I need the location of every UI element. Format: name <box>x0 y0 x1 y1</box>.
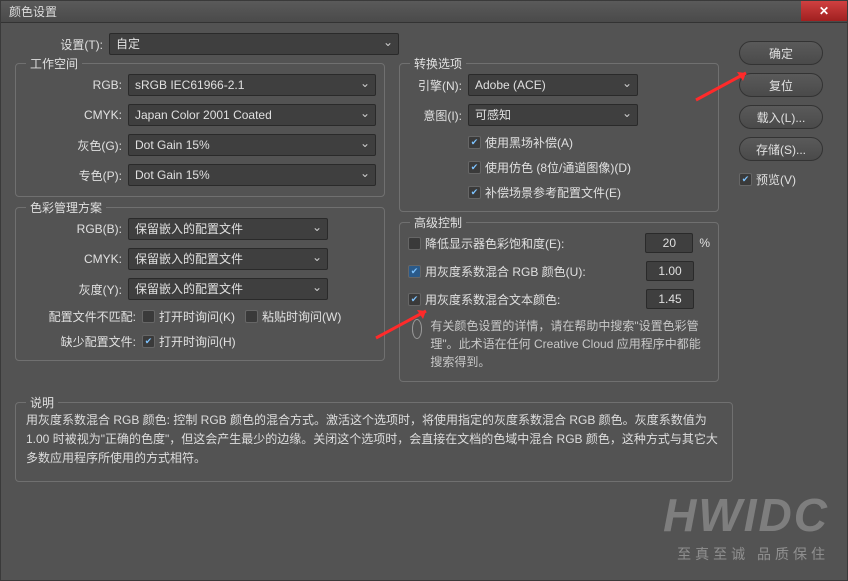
ok-button[interactable]: 确定 <box>739 41 823 65</box>
cmm-gray-label: 灰度(Y): <box>24 281 122 298</box>
spot-select[interactable]: Dot Gain 15% <box>128 164 376 186</box>
checkbox-icon <box>245 310 258 323</box>
convert-legend: 转换选项 <box>410 55 466 72</box>
reset-button[interactable]: 复位 <box>739 73 823 97</box>
checkbox-icon <box>408 293 421 306</box>
gray-label: 灰色(G): <box>24 137 122 154</box>
intent-label: 意图(I): <box>408 107 462 124</box>
missing-label: 缺少配置文件: <box>24 333 136 350</box>
cmyk-label: CMYK: <box>24 108 122 122</box>
titlebar: 颜色设置 <box>1 1 847 23</box>
watermark: HWIDC 至真至诚 品质保住 <box>663 488 829 564</box>
workspace-legend: 工作空间 <box>26 55 82 72</box>
window-title: 颜色设置 <box>9 3 57 20</box>
advanced-legend: 高级控制 <box>410 214 466 231</box>
description-legend: 说明 <box>26 394 58 411</box>
scene-checkbox[interactable]: 补偿场景参考配置文件(E) <box>468 184 621 201</box>
blend-text-checkbox[interactable]: 用灰度系数混合文本颜色: <box>408 291 560 308</box>
checkbox-icon <box>408 265 421 278</box>
settings-select[interactable]: 自定 <box>109 33 399 55</box>
convert-fieldset: 转换选项 引擎(N): Adobe (ACE) 意图(I): 可感知 使用黑场补… <box>399 63 719 212</box>
rgb-label: RGB: <box>24 78 122 92</box>
blend-text-input[interactable] <box>646 289 694 309</box>
desaturate-input[interactable] <box>645 233 693 253</box>
cmm-fieldset: 色彩管理方案 RGB(B): 保留嵌入的配置文件 CMYK: 保留嵌入的配置文件… <box>15 207 385 361</box>
mismatch-label: 配置文件不匹配: <box>24 308 136 325</box>
rgb-select[interactable]: sRGB IEC61966-2.1 <box>128 74 376 96</box>
gray-select[interactable]: Dot Gain 15% <box>128 134 376 156</box>
checkbox-icon <box>739 173 752 186</box>
checkbox-icon <box>468 136 481 149</box>
dialog-window: 颜色设置 设置(T): 自定 工作空间 RGB: sRGB IEC61966-2… <box>0 0 848 581</box>
advanced-fieldset: 高级控制 降低显示器色彩饱和度(E): % 用灰度系数混合 RGB 颜色(U): <box>399 222 719 382</box>
blend-rgb-checkbox[interactable]: 用灰度系数混合 RGB 颜色(U): <box>408 263 586 280</box>
button-column: 确定 复位 载入(L)... 存储(S)... 预览(V) <box>739 41 829 188</box>
engine-select[interactable]: Adobe (ACE) <box>468 74 638 96</box>
mismatch-paste-checkbox[interactable]: 粘贴时询问(W) <box>245 308 341 325</box>
globe-icon <box>412 319 422 339</box>
checkbox-icon <box>468 161 481 174</box>
load-button[interactable]: 载入(L)... <box>739 105 823 129</box>
blend-rgb-input[interactable] <box>646 261 694 281</box>
cmm-rgb-select[interactable]: 保留嵌入的配置文件 <box>128 218 328 240</box>
engine-label: 引擎(N): <box>408 77 462 94</box>
checkbox-icon <box>468 186 481 199</box>
description-text: 用灰度系数混合 RGB 颜色: 控制 RGB 颜色的混合方式。激活这个选项时，将… <box>26 411 722 469</box>
close-button[interactable] <box>801 1 847 21</box>
checkbox-icon <box>142 310 155 323</box>
cmyk-select[interactable]: Japan Color 2001 Coated <box>128 104 376 126</box>
preview-checkbox[interactable]: 预览(V) <box>739 171 796 188</box>
intent-select[interactable]: 可感知 <box>468 104 638 126</box>
mismatch-open-checkbox[interactable]: 打开时询问(K) <box>142 308 235 325</box>
cmm-rgb-label: RGB(B): <box>24 222 122 236</box>
settings-label: 设置(T): <box>43 36 103 53</box>
description-fieldset: 说明 用灰度系数混合 RGB 颜色: 控制 RGB 颜色的混合方式。激活这个选项… <box>15 402 733 482</box>
workspace-fieldset: 工作空间 RGB: sRGB IEC61966-2.1 CMYK: Japan … <box>15 63 385 197</box>
advanced-hint: 有关颜色设置的详情，请在帮助中搜索"设置色彩管理"。此术语在任何 Creativ… <box>408 317 710 371</box>
percent-unit: % <box>699 236 710 250</box>
cmm-legend: 色彩管理方案 <box>26 199 106 216</box>
checkbox-icon <box>142 335 155 348</box>
cmm-cmyk-label: CMYK: <box>24 252 122 266</box>
save-button[interactable]: 存储(S)... <box>739 137 823 161</box>
dither-checkbox[interactable]: 使用仿色 (8位/通道图像)(D) <box>468 159 631 176</box>
cmm-gray-select[interactable]: 保留嵌入的配置文件 <box>128 278 328 300</box>
missing-open-checkbox[interactable]: 打开时询问(H) <box>142 333 236 350</box>
spot-label: 专色(P): <box>24 167 122 184</box>
blackpoint-checkbox[interactable]: 使用黑场补偿(A) <box>468 134 573 151</box>
desaturate-checkbox[interactable]: 降低显示器色彩饱和度(E): <box>408 235 564 252</box>
checkbox-icon <box>408 237 421 250</box>
cmm-cmyk-select[interactable]: 保留嵌入的配置文件 <box>128 248 328 270</box>
